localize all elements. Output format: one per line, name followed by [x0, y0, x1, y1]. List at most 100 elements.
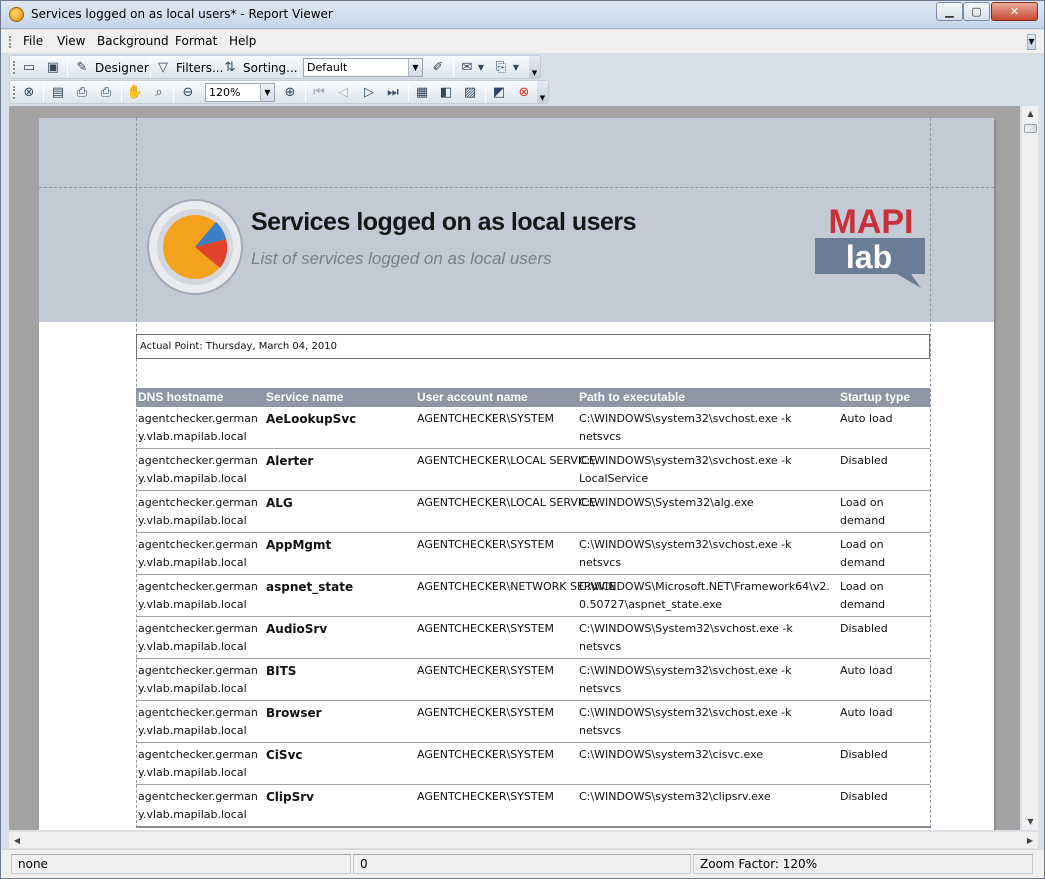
menu-help[interactable]: Help — [229, 34, 256, 48]
previous-page-icon[interactable]: ◁ — [334, 84, 352, 101]
cell-dns: agentchecker.germany.vlab.mapilab.local — [138, 496, 258, 527]
cell-startup: Load on demand — [840, 496, 886, 527]
style-select[interactable]: Default ▼ — [303, 58, 423, 77]
window-title: Services logged on as local users* - Rep… — [31, 7, 333, 21]
cell-startup: Auto load — [840, 706, 893, 719]
export-dropdown-icon[interactable]: ▼ — [511, 59, 521, 76]
menu-format[interactable]: Format — [175, 34, 217, 48]
cell-startup: Disabled — [840, 790, 888, 803]
column-header-path[interactable]: Path to executable — [579, 390, 685, 404]
toolbar-overflow-icon[interactable]: ▼ — [537, 81, 548, 103]
toolbar-main: ▭ ▣ ✎ Designer ▽ Filters... ⇅ Sorting...… — [9, 55, 541, 79]
cell-startup: Disabled — [840, 748, 888, 761]
zoom-select[interactable]: 120% ▼ — [205, 83, 275, 102]
find-binoculars-icon[interactable]: ⊗ — [20, 84, 38, 101]
column-header-user[interactable]: User account name — [417, 390, 528, 404]
save-icon[interactable]: ▣ — [44, 59, 62, 76]
table-row: agentchecker.germany.vlab.mapilab.local … — [136, 534, 930, 575]
magnifier-icon[interactable]: ⌕ — [150, 84, 168, 101]
edit-style-icon[interactable]: ✐ — [429, 59, 447, 76]
vertical-scroll-thumb[interactable] — [1024, 124, 1037, 133]
designer-icon[interactable]: ✎ — [73, 59, 91, 76]
open-folder-icon[interactable]: ▭ — [20, 59, 38, 76]
chevron-down-icon[interactable]: ▼ — [260, 84, 274, 101]
close-preview-icon[interactable]: ⊗ — [515, 84, 533, 101]
maximize-button[interactable]: ▢ — [963, 2, 990, 21]
cell-user: AGENTCHECKER\SYSTEM — [417, 790, 555, 803]
menu-view[interactable]: View — [57, 34, 85, 48]
column-header-service[interactable]: Service name — [266, 390, 343, 404]
sorting-button[interactable]: Sorting... — [243, 61, 298, 75]
cell-dns: agentchecker.germany.vlab.mapilab.local — [138, 412, 258, 443]
menu-file[interactable]: File — [23, 34, 43, 48]
column-header-startup[interactable]: Startup type — [840, 390, 910, 404]
report-viewport[interactable]: Services logged on as local users List o… — [9, 106, 1020, 830]
toolbar-overflow-icon[interactable]: ▼ — [529, 56, 540, 78]
cell-path: C:\WINDOWS\system32\svchost.exe -k netsv… — [579, 412, 792, 443]
zoom-out-icon[interactable]: ⊖ — [179, 84, 197, 101]
toolbar-separator — [67, 59, 68, 77]
cell-startup: Disabled — [840, 454, 888, 467]
toolbar-separator — [150, 59, 151, 77]
horizontal-scrollbar[interactable]: ◀ ▶ — [9, 831, 1038, 848]
scroll-right-icon[interactable]: ▶ — [1022, 832, 1038, 849]
title-bar: Services logged on as local users* - Rep… — [1, 1, 1044, 29]
filter-icon[interactable]: ▽ — [154, 59, 172, 76]
chevron-down-icon[interactable]: ▼ — [408, 59, 422, 76]
next-page-icon[interactable]: ▷ — [360, 84, 378, 101]
zoom-in-icon[interactable]: ⊕ — [281, 84, 299, 101]
multiple-pages-icon[interactable]: ▦ — [413, 84, 431, 101]
app-icon — [9, 7, 24, 22]
first-page-icon[interactable]: ⏮ — [310, 84, 328, 101]
menubar-overflow-icon[interactable]: ▼ — [1027, 34, 1036, 50]
toolbar-grip[interactable] — [13, 61, 16, 74]
table-row: agentchecker.germany.vlab.mapilab.local … — [136, 450, 930, 491]
scroll-up-icon[interactable]: ▲ — [1022, 106, 1039, 122]
sort-az-icon[interactable]: ⇅ — [221, 59, 239, 76]
quick-print-icon[interactable]: ⎙ — [97, 84, 115, 101]
close-button[interactable]: ✕ — [991, 2, 1038, 21]
toolbar-separator — [298, 59, 299, 77]
table-row: agentchecker.germany.vlab.mapilab.local … — [136, 660, 930, 701]
page-setup-icon[interactable]: ▤ — [49, 84, 67, 101]
print-icon[interactable]: ⎙ — [73, 84, 91, 101]
brand-logo-top: MAPI — [829, 203, 914, 241]
designer-button[interactable]: Designer — [95, 61, 149, 75]
status-left: none — [11, 854, 351, 874]
export-document-icon[interactable]: ◩ — [490, 84, 508, 101]
menu-background[interactable]: Background — [97, 34, 169, 48]
toolbar-separator — [173, 84, 174, 102]
minimize-button[interactable]: ▁ — [936, 2, 963, 21]
hand-tool-icon[interactable]: ✋ — [126, 84, 144, 101]
cell-startup: Auto load — [840, 664, 893, 677]
scroll-down-icon[interactable]: ▼ — [1022, 814, 1039, 830]
cell-dns: agentchecker.germany.vlab.mapilab.local — [138, 538, 258, 569]
zoom-select-value: 120% — [209, 86, 241, 99]
table-header: DNS hostname Service name User account n… — [136, 388, 930, 407]
table-row: agentchecker.germany.vlab.mapilab.local … — [136, 618, 930, 659]
column-header-dns[interactable]: DNS hostname — [138, 390, 223, 404]
watermark-icon[interactable]: ▨ — [461, 84, 479, 101]
cell-dns: agentchecker.germany.vlab.mapilab.local — [138, 622, 258, 653]
toolbar-grip[interactable] — [13, 86, 16, 99]
email-icon[interactable]: ✉ — [458, 59, 476, 76]
cell-user: AGENTCHECKER\SYSTEM — [417, 748, 555, 761]
menubar-grip[interactable] — [9, 36, 12, 48]
cell-path: C:\WINDOWS\system32\svchost.exe -k netsv… — [579, 664, 792, 695]
cell-path: C:\WINDOWS\system32\svchost.exe -k netsv… — [579, 538, 792, 569]
export-icon[interactable]: ⎘ — [492, 59, 510, 76]
cell-startup: Load on demand — [840, 538, 886, 569]
last-page-icon[interactable]: ⏭ — [384, 84, 402, 101]
toolbar-preview: ⊗ ▤ ⎙ ⎙ ✋ ⌕ ⊖ 120% ▼ ⊕ ⏮ ◁ ▷ ⏭ ▦ ◧ ▨ ◩ ⊗… — [9, 80, 549, 104]
cell-path: C:\WINDOWS\system32\clipsrv.exe — [579, 790, 771, 803]
vertical-scrollbar[interactable]: ▲ ▼ — [1021, 106, 1038, 830]
cell-dns: agentchecker.germany.vlab.mapilab.local — [138, 664, 258, 695]
brand-logo-bottom: lab — [846, 239, 892, 275]
scroll-left-icon[interactable]: ◀ — [9, 832, 25, 849]
table-row: agentchecker.germany.vlab.mapilab.local … — [136, 576, 930, 617]
background-color-icon[interactable]: ◧ — [437, 84, 455, 101]
cell-startup: Auto load — [840, 412, 893, 425]
cell-service: AeLookupSvc — [266, 412, 357, 426]
email-dropdown-icon[interactable]: ▼ — [476, 59, 486, 76]
filters-button[interactable]: Filters... — [176, 61, 223, 75]
